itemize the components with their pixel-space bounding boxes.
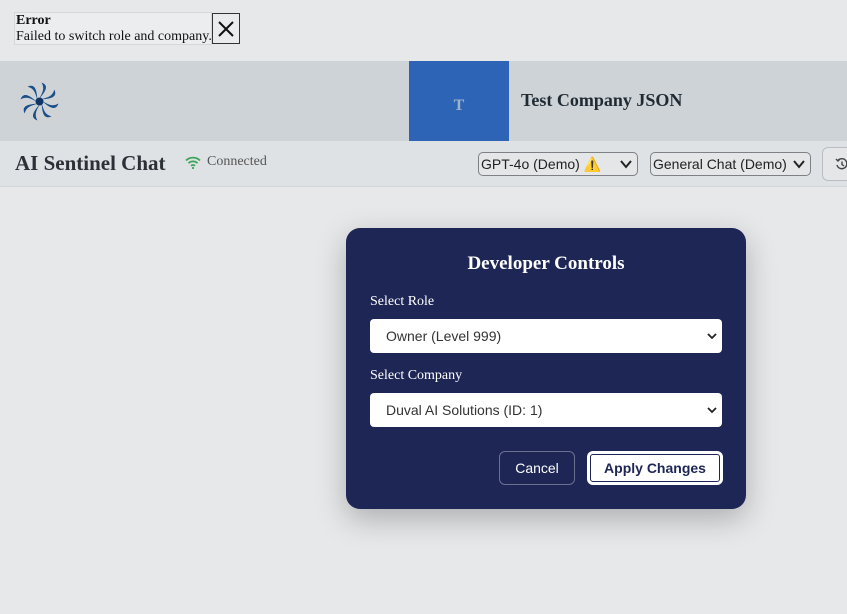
role-select[interactable]: Owner (Level 999)	[370, 319, 722, 353]
chat-type-select[interactable]: General Chat (Demo)	[650, 152, 811, 176]
dialog-title: Developer Controls	[467, 253, 625, 274]
chat-type-select-value: General Chat (Demo)	[653, 156, 787, 172]
role-select-value: Owner (Level 999)	[386, 328, 502, 344]
company-label: Select Company	[370, 368, 463, 383]
company-select[interactable]: Duval AI Solutions (ID: 1)	[370, 393, 722, 427]
chevron-down-icon	[707, 333, 717, 340]
history-icon	[835, 158, 847, 170]
chevron-down-icon	[793, 160, 805, 169]
error-banner: Error Failed to switch role and company.	[14, 12, 212, 45]
logo-icon	[20, 82, 59, 121]
company-select-value: Duval AI Solutions (ID: 1)	[386, 402, 543, 418]
status-text: Connected	[207, 154, 267, 169]
close-icon	[218, 20, 234, 37]
top-header: T Test Company JSON	[0, 61, 847, 151]
role-label: Select Role	[370, 294, 435, 309]
history-button[interactable]	[822, 147, 847, 181]
chevron-down-icon	[707, 407, 717, 414]
wifi-icon	[185, 156, 201, 169]
chat-header: AI Sentinel Chat Connected GPT-4o (Demo)…	[0, 141, 847, 187]
close-error-button[interactable]	[212, 13, 240, 44]
error-message: Failed to switch role and company.	[16, 29, 212, 44]
model-select-value: GPT-4o (Demo) ⚠️	[481, 155, 602, 172]
model-select[interactable]: GPT-4o (Demo) ⚠️	[478, 152, 638, 176]
page-title: AI Sentinel Chat	[15, 151, 166, 175]
cancel-button[interactable]: Cancel	[499, 451, 575, 485]
app-logo	[17, 79, 62, 124]
company-avatar[interactable]: T	[409, 61, 509, 151]
apply-changes-button[interactable]: Apply Changes	[587, 451, 723, 485]
company-initial: T	[453, 97, 465, 114]
chevron-down-icon	[620, 160, 632, 169]
error-title: Error	[16, 13, 51, 28]
connection-status: Connected	[185, 154, 267, 170]
company-name: Test Company JSON	[521, 90, 683, 110]
developer-controls-dialog: Developer Controls Select Role Owner (Le…	[346, 228, 746, 509]
